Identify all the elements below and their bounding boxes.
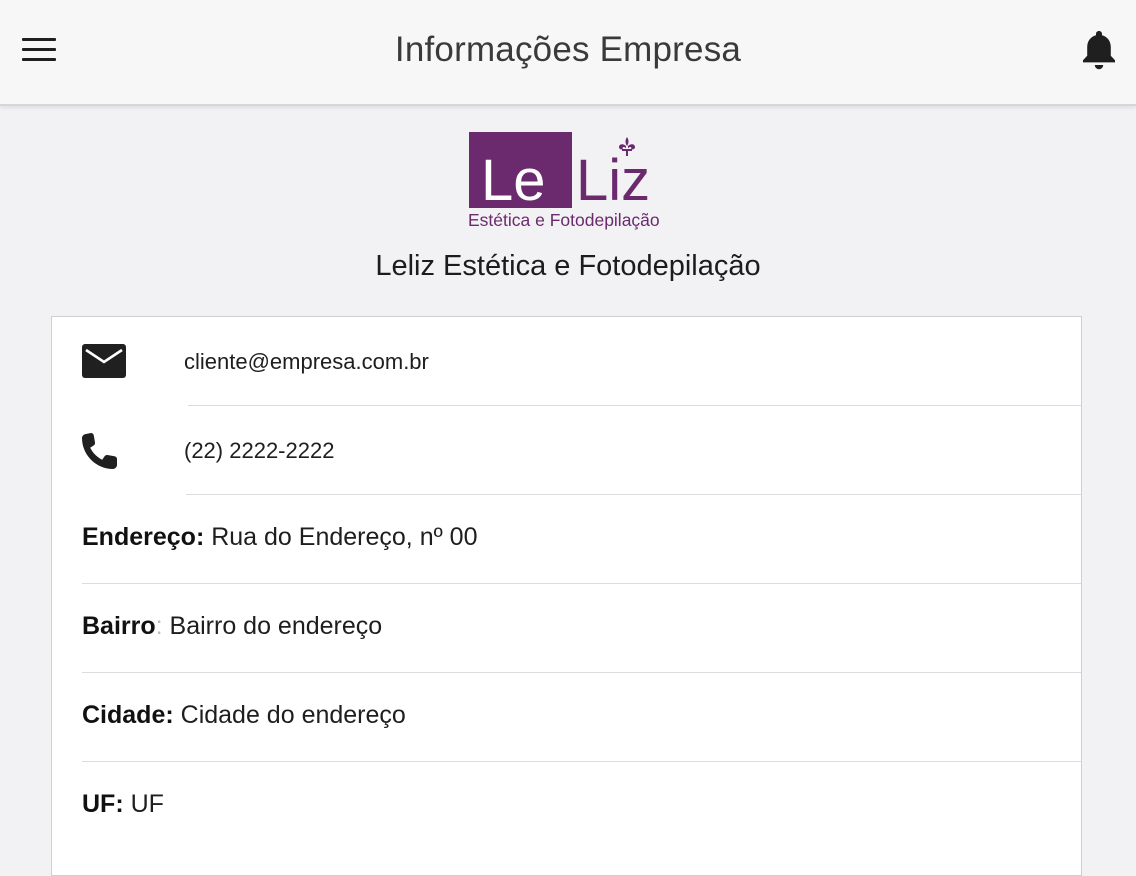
company-name: Leliz Estética e Fotodepilação xyxy=(375,250,761,282)
district-label: Bairro xyxy=(82,612,156,640)
address-label: Endereço xyxy=(82,523,196,551)
address-value: Rua do Endereço, nº 00 xyxy=(211,523,478,551)
state-label: UF xyxy=(82,790,116,818)
district-value: Bairro do endereço xyxy=(169,612,383,640)
page-title: Informações Empresa xyxy=(394,30,742,69)
district-row: Bairro: Bairro do endereço xyxy=(52,584,1081,673)
city-label: Cidade xyxy=(82,701,166,729)
envelope-icon xyxy=(80,341,132,381)
state-row: UF: UF xyxy=(82,790,164,818)
phone-row[interactable]: (22) 2222-2222 xyxy=(52,406,1081,495)
state-value: UF xyxy=(130,790,164,818)
phone-icon xyxy=(80,430,132,470)
city-value: Cidade do endereço xyxy=(180,701,406,729)
phone-text[interactable]: (22) 2222-2222 xyxy=(184,438,334,464)
svg-text:Le: Le xyxy=(481,148,546,213)
email-text[interactable]: cliente@empresa.com.br xyxy=(184,349,429,375)
company-logo: Le Liz Estética e Fotodepilação xyxy=(468,130,670,232)
app-header: Informações Empresa xyxy=(0,0,1136,106)
svg-text:Liz: Liz xyxy=(576,148,650,213)
logo-tagline: Estética e Fotodepilação xyxy=(468,210,660,230)
bell-icon[interactable] xyxy=(1078,28,1120,72)
address-row: Endereço: Rua do Endereço, nº 00 xyxy=(52,495,1081,584)
email-row[interactable]: cliente@empresa.com.br xyxy=(52,317,1081,406)
city-row: Cidade: Cidade do endereço xyxy=(52,673,1081,762)
company-info-card: cliente@empresa.com.br (22) 2222-2222 En… xyxy=(51,316,1082,876)
